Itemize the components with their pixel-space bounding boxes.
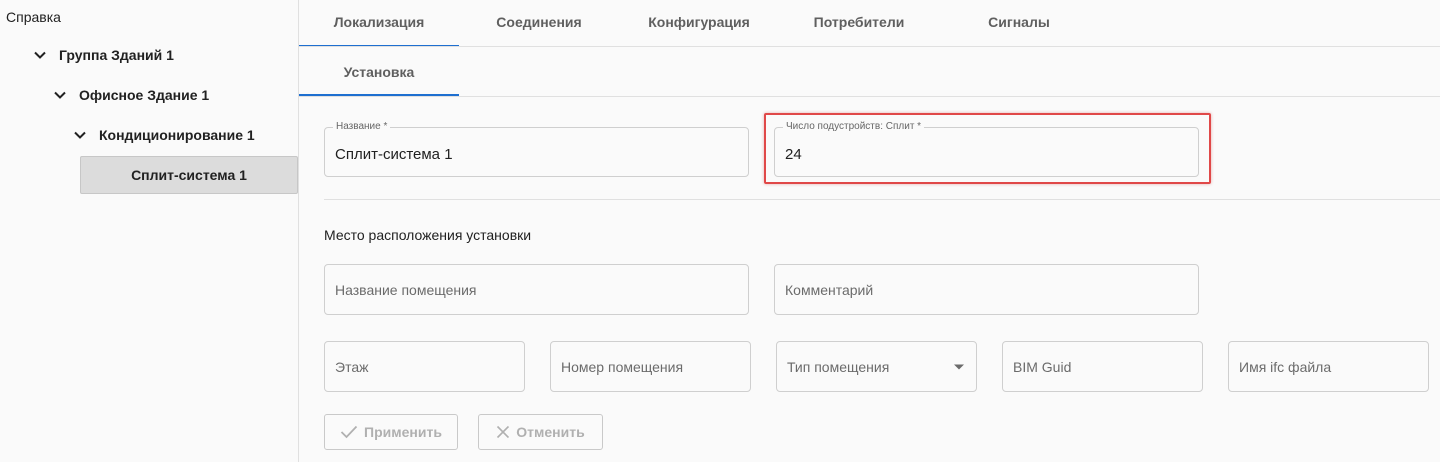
section-divider: [324, 199, 1440, 200]
comment-placeholder: Комментарий: [785, 281, 874, 298]
bim-guid-field[interactable]: BIM Guid: [1002, 341, 1203, 392]
chevron-down-icon[interactable]: [33, 48, 47, 62]
tree-node-split-system-selected[interactable]: Сплит-система 1: [80, 156, 298, 194]
tab-configuration[interactable]: Конфигурация: [619, 14, 779, 30]
room-name-placeholder: Название помещения: [335, 281, 477, 298]
tree-node-office-building[interactable]: Офисное Здание 1: [53, 87, 209, 103]
room-name-field[interactable]: Название помещения: [324, 264, 749, 315]
highlight-box: [764, 113, 1211, 184]
chevron-down-icon[interactable]: [53, 88, 67, 102]
apply-button-label: Применить: [364, 424, 442, 440]
tree-node-air-conditioning[interactable]: Кондиционирование 1: [73, 127, 255, 143]
sidebar: Справка Группа Зданий 1 Офисное Здание 1…: [0, 0, 299, 462]
close-icon: [497, 425, 510, 439]
location-section-title: Место расположения установки: [324, 227, 532, 243]
dropdown-arrow-icon[interactable]: [954, 364, 964, 369]
tab-signals[interactable]: Сигналы: [939, 14, 1099, 30]
tab-consumers[interactable]: Потребители: [779, 14, 939, 30]
room-type-select[interactable]: Тип помещения: [776, 341, 977, 392]
tree-node-building-group[interactable]: Группа Зданий 1: [33, 47, 174, 63]
tab-divider: [299, 46, 1440, 47]
chevron-down-icon[interactable]: [73, 128, 87, 142]
name-field[interactable]: Название * Сплит-система 1: [324, 121, 749, 177]
floor-placeholder: Этаж: [335, 358, 369, 375]
ifc-file-placeholder: Имя ifc файла: [1239, 358, 1332, 375]
subtab-divider: [299, 96, 1440, 97]
floor-field[interactable]: Этаж: [324, 341, 525, 392]
name-field-label: Название *: [333, 121, 391, 133]
comment-field[interactable]: Комментарий: [774, 264, 1199, 315]
tree-node-label: Группа Зданий 1: [59, 47, 174, 63]
cancel-button-label: Отменить: [516, 424, 585, 440]
check-icon: [340, 425, 358, 439]
apply-button[interactable]: Применить: [324, 414, 458, 450]
room-number-placeholder: Номер помещения: [561, 358, 684, 375]
sidebar-title[interactable]: Справка: [6, 9, 61, 25]
tree-node-label: Офисное Здание 1: [79, 87, 210, 103]
bim-guid-placeholder: BIM Guid: [1013, 358, 1072, 375]
tree-node-label: Кондиционирование 1: [99, 127, 255, 143]
tab-installation[interactable]: Установка: [299, 64, 459, 80]
tab-connections[interactable]: Соединения: [459, 14, 619, 30]
cancel-button[interactable]: Отменить: [478, 414, 603, 450]
name-field-value: Сплит-система 1: [335, 146, 453, 163]
room-type-placeholder: Тип помещения: [787, 358, 890, 375]
room-number-field[interactable]: Номер помещения: [550, 341, 751, 392]
tab-localization[interactable]: Локализация: [299, 14, 459, 30]
ifc-file-field[interactable]: Имя ifc файла: [1228, 341, 1429, 392]
